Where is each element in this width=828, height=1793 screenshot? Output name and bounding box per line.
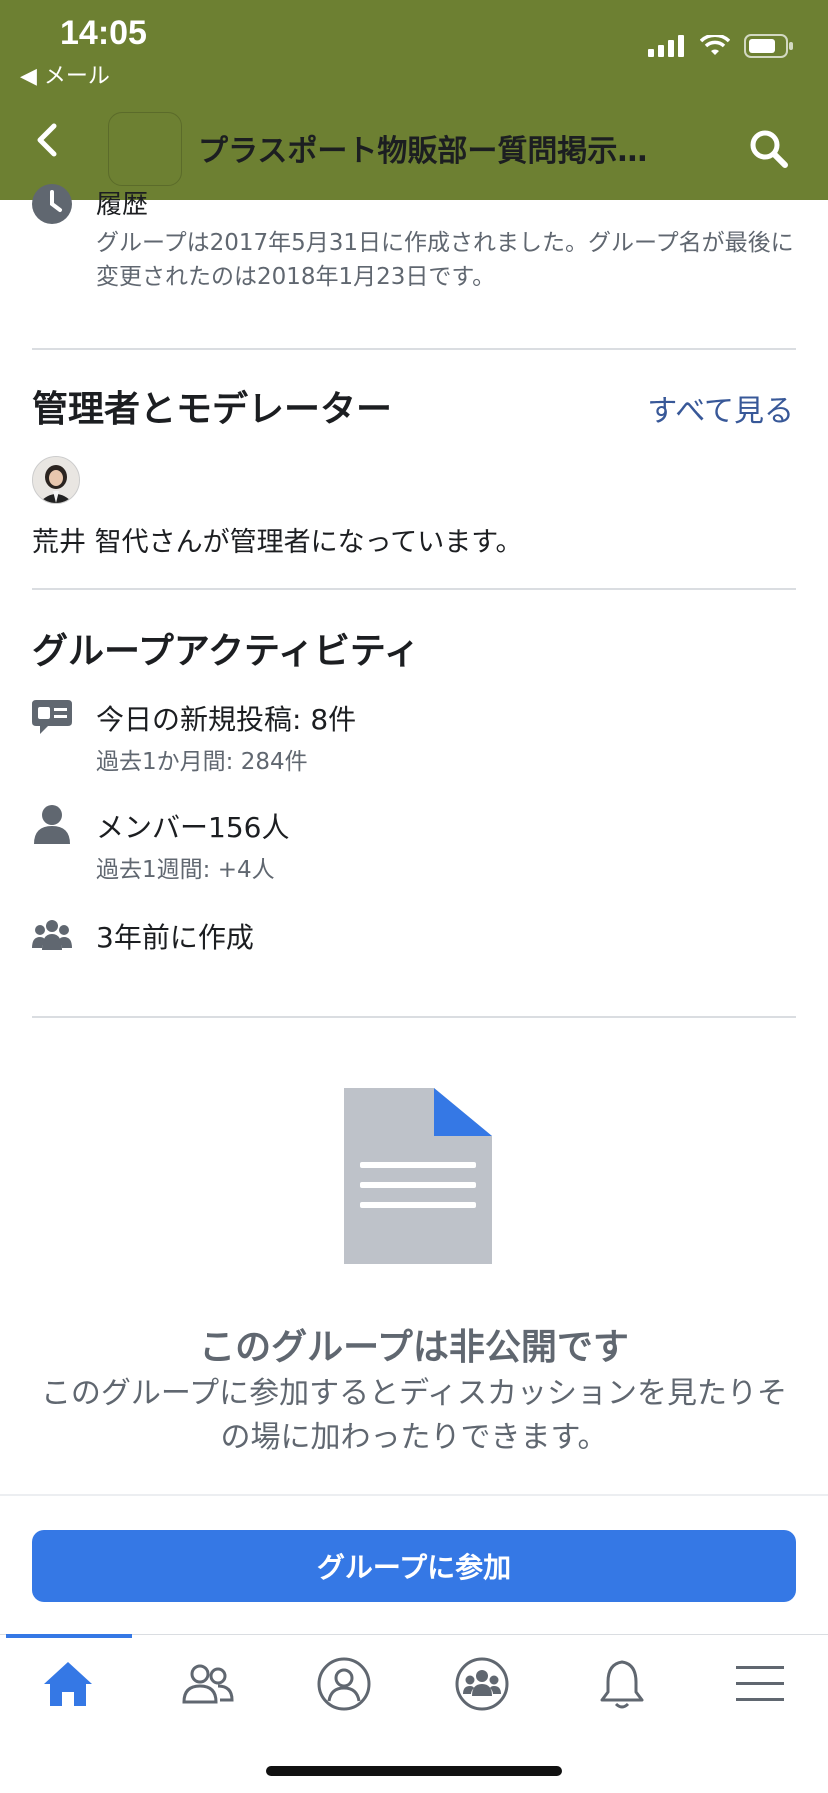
back-arrow-icon[interactable] xyxy=(30,122,66,158)
admin-description: 荒井 智代さんが管理者になっています。 xyxy=(32,527,523,558)
battery-icon xyxy=(744,34,793,58)
private-group-title: このグループは非公開です xyxy=(199,1327,629,1368)
divider xyxy=(32,588,796,590)
admins-section-title: 管理者とモデレーター xyxy=(32,389,393,430)
signal-icon xyxy=(648,35,684,57)
created-ago: 3年前に作成 xyxy=(96,921,254,954)
join-group-button[interactable]: グループに参加 xyxy=(32,1530,796,1602)
members-week: 過去1週間: +4人 xyxy=(96,857,275,883)
app-header: 14:05 ◀ メール プラスポート物販部ー質問掲示… xyxy=(0,0,828,200)
notifications-icon[interactable] xyxy=(594,1656,650,1712)
message-icon xyxy=(32,700,72,734)
wifi-icon xyxy=(700,35,730,55)
divider xyxy=(32,348,796,350)
groups-icon[interactable] xyxy=(454,1656,510,1712)
search-icon[interactable] xyxy=(748,128,788,168)
posts-month: 過去1か月間: 284件 xyxy=(96,749,308,775)
profile-icon[interactable] xyxy=(316,1656,372,1712)
admin-avatar[interactable] xyxy=(32,456,80,504)
back-to-mail-link[interactable]: ◀ メール xyxy=(20,58,110,90)
history-title: 履歴 xyxy=(96,190,149,220)
home-indicator xyxy=(266,1766,562,1776)
activity-section-title: グループアクティビティ xyxy=(32,631,420,672)
divider xyxy=(32,1016,796,1018)
status-icons xyxy=(648,34,794,58)
status-time: 14:05 xyxy=(60,14,147,52)
active-tab-indicator xyxy=(6,1634,132,1638)
group-title: プラスポート物販部ー質問掲示… xyxy=(198,134,648,169)
menu-icon[interactable] xyxy=(732,1656,788,1712)
history-text: グループは2017年5月31日に作成されました。グループ名が最後に変更されたのは… xyxy=(96,230,794,290)
group-people-icon xyxy=(32,920,72,950)
friends-icon[interactable] xyxy=(180,1656,236,1712)
history-clock-icon xyxy=(32,184,72,224)
posts-today: 今日の新規投稿: 8件 xyxy=(96,703,357,736)
private-group-text: このグループに参加するとディスカッションを見たりその場に加わったりできます。 xyxy=(40,1376,788,1455)
document-icon xyxy=(344,1088,492,1264)
member-icon xyxy=(34,805,70,844)
members-count: メンバー156人 xyxy=(96,811,290,844)
group-thumbnail[interactable] xyxy=(108,112,182,186)
home-icon[interactable] xyxy=(40,1656,96,1712)
see-all-link[interactable]: すべて見る xyxy=(647,386,794,430)
person-photo-icon xyxy=(33,457,79,503)
